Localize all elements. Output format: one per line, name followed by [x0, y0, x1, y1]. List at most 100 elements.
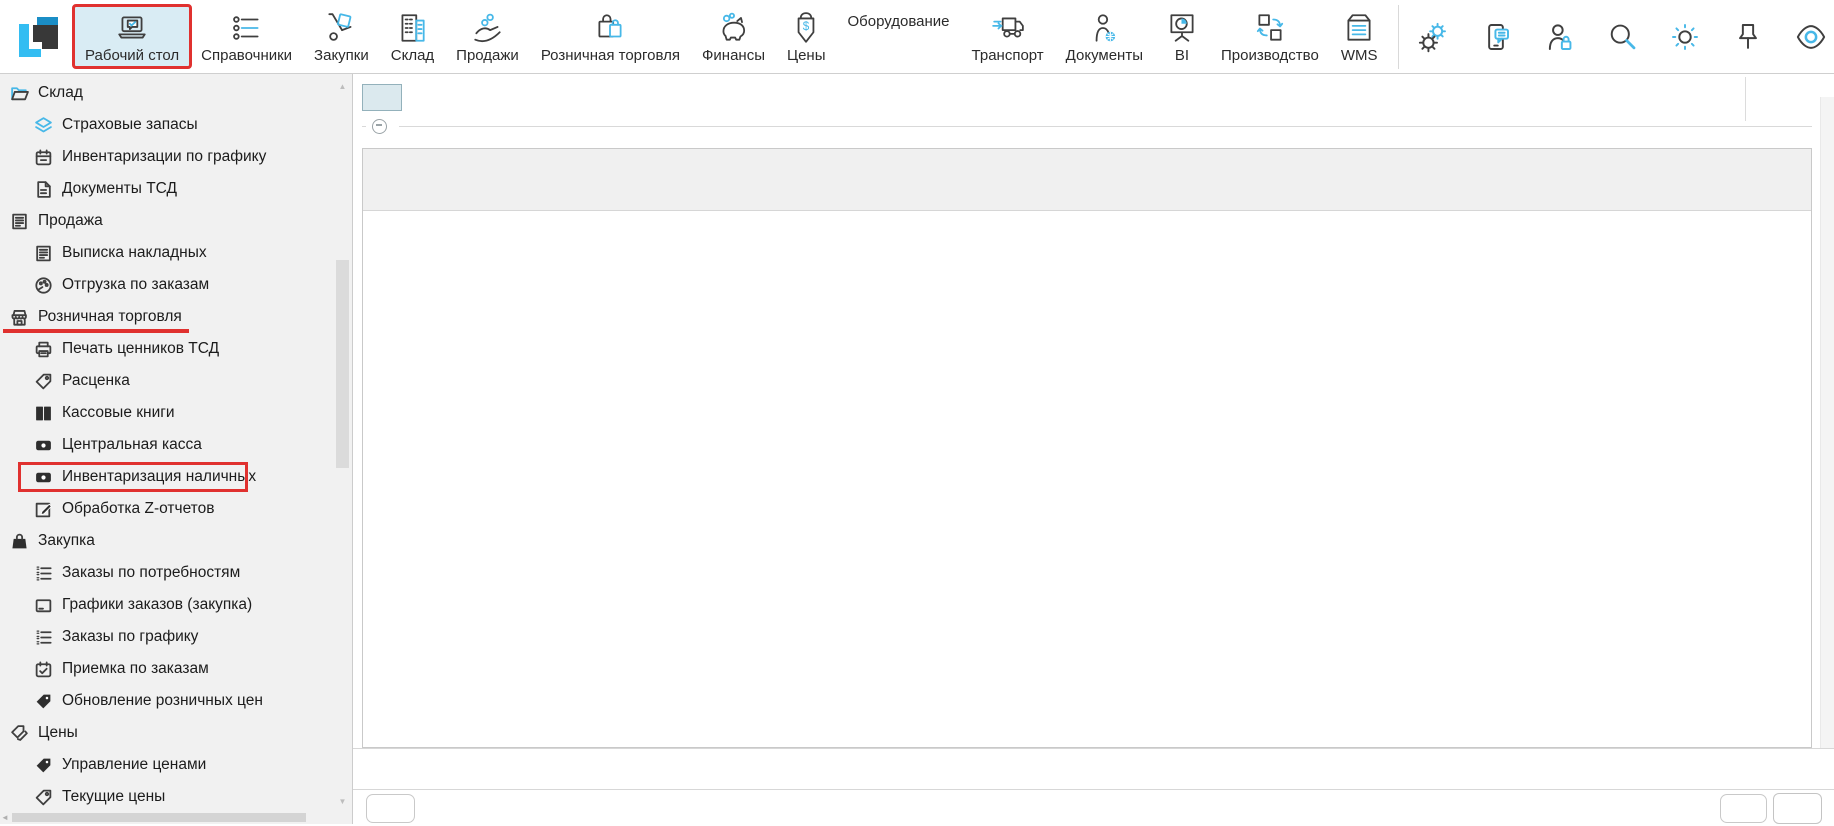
toolbar-item-sales[interactable]: Продажи [445, 6, 530, 67]
toolbar-item-prices[interactable]: $ Цены [776, 6, 837, 67]
more-actions-button[interactable] [366, 794, 415, 823]
user-lock-icon[interactable] [1543, 21, 1575, 53]
pin-icon[interactable] [1732, 21, 1764, 53]
toolbar-item-documents[interactable]: Документы [1055, 6, 1154, 67]
cash-icon [34, 436, 53, 455]
toolbar-item-label: Склад [391, 47, 434, 64]
toolbar-item-wms[interactable]: WMS [1330, 6, 1389, 67]
toolbar-item-transport[interactable]: Транспорт [961, 6, 1055, 67]
sidebar-item-label: Печать ценников ТСД [62, 340, 219, 358]
toolbar-item-purchases[interactable]: Закупки [303, 6, 380, 67]
sidebar-item-current-prices[interactable]: Текущие цены [0, 781, 352, 813]
sidebar-item-warehouse[interactable]: Склад [0, 77, 352, 109]
search-icon[interactable] [1606, 21, 1638, 53]
sidebar-horizontal-scrollbar[interactable]: ◄ [0, 812, 346, 823]
sidebar-hscroll-thumb[interactable] [12, 813, 306, 822]
toolbar-item-label: Финансы [702, 47, 765, 64]
book-icon [34, 404, 53, 423]
hand-coins-icon [471, 11, 505, 45]
toolbar-item-finance[interactable]: Финансы [691, 6, 776, 67]
toolbar-item-warehouse[interactable]: Склад [380, 6, 445, 67]
invoice-icon [10, 212, 29, 231]
sidebar-item-z-reports[interactable]: Обработка Z-отчетов [0, 493, 352, 525]
sidebar-item-label: Страховые запасы [62, 116, 198, 134]
sidebar-item-orders-by-needs[interactable]: Заказы по потребностям [0, 557, 352, 589]
settings-gears-icon[interactable] [1417, 21, 1449, 53]
sidebar-item-retail[interactable]: Розничная торговля [0, 301, 352, 333]
sidebar-item-purchase[interactable]: Закупка [0, 525, 352, 557]
collapse-minus-icon[interactable] [372, 119, 387, 134]
sidebar-item-safety-stock[interactable]: Страховые запасы [0, 109, 352, 141]
shopping-bags-icon [593, 11, 627, 45]
scroll-up-icon[interactable]: ▲ [336, 82, 349, 91]
toolbar-item-retail[interactable]: Розничная торговля [530, 6, 691, 67]
sidebar-item-cash-books[interactable]: Кассовые книги [0, 397, 352, 429]
sidebar-item-label: Розничная торговля [38, 308, 182, 326]
toolbar-item-desktop[interactable]: Рабочий стол [74, 6, 190, 67]
tag-filled-icon [34, 756, 53, 775]
storefront-icon [10, 308, 29, 327]
sidebar-item-sale[interactable]: Продажа [0, 205, 352, 237]
sidebar-item-scheduled-inventories[interactable]: Инвентаризации по графику [0, 141, 352, 173]
group-box-header [362, 117, 1812, 135]
hand-truck-icon [324, 11, 358, 45]
toolbar-item-label: BI [1175, 47, 1189, 64]
toolbar-item-directories[interactable]: Справочники [190, 6, 303, 67]
production-flow-icon [1253, 11, 1287, 45]
toolbar-item-bi[interactable]: BI [1154, 6, 1210, 67]
toolbar-item-label: Оборудование [848, 13, 950, 30]
sidebar-item-order-schedules[interactable]: Графики заказов (закупка) [0, 589, 352, 621]
sidebar-item-tsd-documents[interactable]: Документы ТСД [0, 173, 352, 205]
tags-icon [10, 724, 29, 743]
edit-square-icon [34, 500, 53, 519]
sidebar-item-prices[interactable]: Цены [0, 717, 352, 749]
sidebar-item-orders-by-schedule[interactable]: Заказы по графику [0, 621, 352, 653]
sidebar-item-shipment-by-orders[interactable]: Отгрузка по заказам [0, 269, 352, 301]
toolbar-item-equipment[interactable]: Оборудование [837, 6, 961, 67]
sidebar-item-cash-inventory[interactable]: Инвентаризация наличных [0, 461, 352, 493]
sidebar-vscroll-thumb[interactable] [336, 260, 349, 468]
sidebar-item-tsd-price-tag-print[interactable]: Печать ценников ТСД [0, 333, 352, 365]
presentation-chart-icon [1165, 11, 1199, 45]
sidebar-item-acceptance-by-orders[interactable]: Приемка по заказам [0, 653, 352, 685]
toolbar-item-production[interactable]: Производство [1210, 6, 1330, 67]
sidebar-item-label: Заказы по графику [62, 628, 198, 646]
sidebar-item-pricing[interactable]: Расценка [0, 365, 352, 397]
toolbar-divider [1398, 5, 1399, 69]
svg-text:$: $ [803, 20, 810, 33]
sidebar-item-label: Приемка по заказам [62, 660, 209, 678]
phone-feedback-icon[interactable] [1480, 21, 1512, 53]
scroll-left-icon[interactable]: ◄ [1, 813, 9, 822]
wms-box-icon [1342, 11, 1376, 45]
content-right-scrollbar[interactable] [1820, 97, 1834, 748]
documents-table [362, 148, 1812, 748]
refresh-button[interactable] [1720, 794, 1767, 823]
printer-icon [34, 340, 53, 359]
sidebar-item-label: Цены [38, 724, 78, 742]
toolbar-item-label: Цены [787, 47, 826, 64]
table-header-row [363, 149, 1811, 211]
sidebar-item-label: Графики заказов (закупка) [62, 596, 252, 614]
cash-icon [34, 468, 53, 487]
sidebar-item-label: Продажа [38, 212, 103, 230]
group-line [399, 126, 1812, 127]
bag-filled-icon [10, 532, 29, 551]
theme-sun-icon[interactable] [1669, 21, 1701, 53]
sidebar-item-label: Документы ТСД [62, 180, 177, 198]
shipment-icon [34, 276, 53, 295]
sidebar-item-central-cash[interactable]: Центральная касса [0, 429, 352, 461]
scroll-down-icon[interactable]: ▼ [336, 797, 349, 806]
sidebar-item-label: Закупка [38, 532, 95, 550]
sidebar-item-invoice-issue[interactable]: Выписка накладных [0, 237, 352, 269]
tab-cash-inventory[interactable] [362, 84, 402, 111]
eye-icon[interactable] [1795, 21, 1827, 53]
calendar-check-icon [34, 660, 53, 679]
sidebar-item-price-management[interactable]: Управление ценами [0, 749, 352, 781]
sidebar-vertical-scrollbar[interactable]: ▲ ▼ [336, 82, 349, 806]
person-globe-icon [1087, 11, 1121, 45]
sidebar-item-retail-price-update[interactable]: Обновление розничных цен [0, 685, 352, 717]
top-toolbar: Рабочий столСправочникиЗакупки Склад Прода… [0, 0, 1834, 74]
toolbar-item-label: Транспорт [972, 47, 1044, 64]
header-separator [1745, 77, 1746, 121]
close-button[interactable] [1773, 793, 1822, 824]
